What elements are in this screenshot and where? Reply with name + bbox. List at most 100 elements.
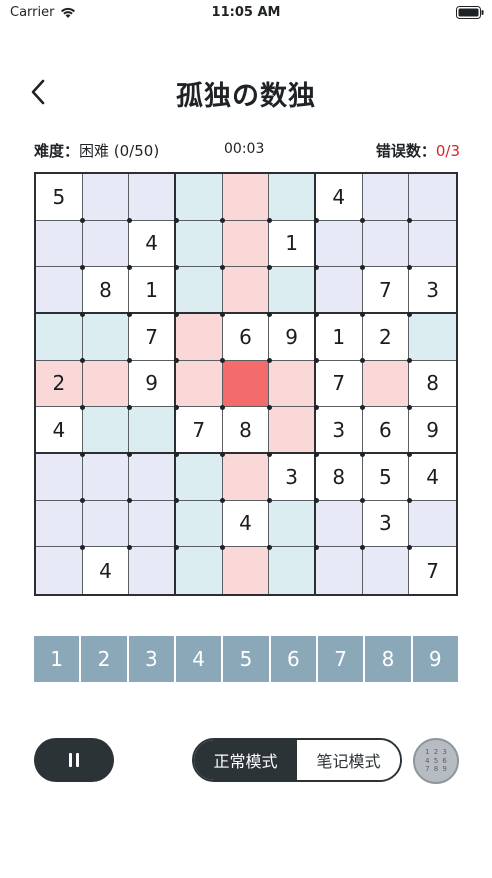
sudoku-cell[interactable]: 2 <box>362 313 410 361</box>
sudoku-cell[interactable] <box>129 407 176 454</box>
sudoku-cell[interactable] <box>36 220 83 268</box>
sudoku-cell[interactable] <box>409 500 456 548</box>
sudoku-cell[interactable]: 4 <box>409 453 456 501</box>
sudoku-cell[interactable] <box>36 313 83 361</box>
pause-button[interactable] <box>34 738 114 782</box>
sudoku-cell[interactable]: 3 <box>315 407 363 454</box>
sudoku-cell[interactable] <box>222 547 270 594</box>
number-key-5[interactable]: 5 <box>223 636 269 682</box>
sudoku-cell[interactable] <box>82 313 130 361</box>
sudoku-cell[interactable]: 5 <box>362 453 410 501</box>
sudoku-cell[interactable] <box>362 360 410 408</box>
sudoku-cell[interactable] <box>362 220 410 268</box>
sudoku-cell[interactable]: 1 <box>269 220 316 268</box>
sudoku-cell[interactable]: 7 <box>175 407 223 454</box>
sudoku-cell[interactable] <box>175 174 223 221</box>
status-time: 11:05 AM <box>211 5 281 20</box>
number-key-2[interactable]: 2 <box>81 636 127 682</box>
sudoku-cell[interactable]: 7 <box>362 267 410 314</box>
mini-digit: 4 <box>425 756 430 765</box>
sudoku-cell[interactable]: 3 <box>269 453 316 501</box>
sudoku-cell[interactable]: 4 <box>36 407 83 454</box>
sudoku-cell[interactable] <box>269 267 316 314</box>
number-key-8[interactable]: 8 <box>365 636 411 682</box>
notes-mode-button[interactable]: 笔记模式 <box>297 740 400 780</box>
sudoku-cell[interactable]: 5 <box>36 174 83 221</box>
sudoku-cell[interactable] <box>315 547 363 594</box>
number-key-1[interactable]: 1 <box>34 636 80 682</box>
sudoku-cell[interactable]: 4 <box>315 174 363 221</box>
sudoku-cell[interactable] <box>175 220 223 268</box>
sudoku-cell[interactable] <box>222 174 270 221</box>
sudoku-cell[interactable] <box>36 453 83 501</box>
notes-grid-button[interactable]: 123 456 789 <box>413 738 459 784</box>
sudoku-cell[interactable] <box>175 500 223 548</box>
sudoku-cell[interactable] <box>175 547 223 594</box>
sudoku-cell[interactable] <box>175 313 223 361</box>
sudoku-cell[interactable] <box>362 547 410 594</box>
sudoku-cell[interactable] <box>409 174 456 221</box>
sudoku-cell[interactable]: 3 <box>362 500 410 548</box>
sudoku-cell[interactable] <box>222 453 270 501</box>
sudoku-cell[interactable] <box>222 220 270 268</box>
number-key-9[interactable]: 9 <box>412 636 458 682</box>
sudoku-cell[interactable]: 7 <box>315 360 363 408</box>
difficulty-info: 难度：困难 (0/50) <box>34 140 159 161</box>
sudoku-cell[interactable] <box>269 174 316 221</box>
normal-mode-button[interactable]: 正常模式 <box>194 740 297 780</box>
sudoku-cell[interactable]: 8 <box>82 267 130 314</box>
sudoku-cell[interactable]: 8 <box>222 407 270 454</box>
sudoku-cell[interactable]: 8 <box>315 453 363 501</box>
sudoku-cell[interactable] <box>129 174 176 221</box>
sudoku-cell[interactable] <box>269 407 316 454</box>
sudoku-cell[interactable]: 4 <box>129 220 176 268</box>
sudoku-cell[interactable] <box>175 453 223 501</box>
sudoku-cell[interactable]: 6 <box>222 313 270 361</box>
sudoku-cell[interactable]: 9 <box>129 360 176 408</box>
sudoku-cell[interactable] <box>409 313 456 361</box>
sudoku-cell[interactable]: 7 <box>409 547 456 594</box>
number-key-7[interactable]: 7 <box>317 636 364 682</box>
number-key-6[interactable]: 6 <box>270 636 316 682</box>
sudoku-cell[interactable] <box>129 547 176 594</box>
sudoku-cell[interactable] <box>222 360 270 408</box>
sudoku-cell[interactable] <box>175 360 223 408</box>
number-key-4[interactable]: 4 <box>175 636 222 682</box>
sudoku-cell[interactable]: 1 <box>315 313 363 361</box>
sudoku-cell[interactable]: 8 <box>409 360 456 408</box>
sudoku-cell[interactable] <box>269 360 316 408</box>
sudoku-cell[interactable] <box>269 547 316 594</box>
sudoku-cell[interactable] <box>82 500 130 548</box>
sudoku-cell[interactable]: 1 <box>129 267 176 314</box>
sudoku-cell[interactable]: 9 <box>409 407 456 454</box>
sudoku-cell[interactable] <box>129 453 176 501</box>
sudoku-cell[interactable]: 4 <box>222 500 270 548</box>
sudoku-cell[interactable] <box>82 360 130 408</box>
sudoku-cell[interactable] <box>82 174 130 221</box>
sudoku-cell[interactable] <box>175 267 223 314</box>
sudoku-cell[interactable] <box>36 267 83 314</box>
sudoku-cell[interactable] <box>315 267 363 314</box>
sudoku-cell[interactable] <box>362 174 410 221</box>
sudoku-cell[interactable]: 7 <box>129 313 176 361</box>
sudoku-cell[interactable] <box>129 500 176 548</box>
mini-digit: 3 <box>442 748 447 756</box>
sudoku-cell[interactable] <box>409 220 456 268</box>
difficulty-label: 难度： <box>34 142 80 160</box>
sudoku-cell[interactable] <box>269 500 316 548</box>
sudoku-cell[interactable] <box>82 407 130 454</box>
sudoku-cell[interactable] <box>36 547 83 594</box>
sudoku-cell[interactable]: 3 <box>409 267 456 314</box>
sudoku-cell[interactable] <box>36 500 83 548</box>
sudoku-cell[interactable] <box>82 453 130 501</box>
sudoku-cell[interactable] <box>315 220 363 268</box>
sudoku-cell[interactable]: 9 <box>269 313 316 361</box>
sudoku-cell[interactable] <box>222 267 270 314</box>
number-key-3[interactable]: 3 <box>128 636 174 682</box>
sudoku-cell[interactable]: 4 <box>82 547 130 594</box>
sudoku-cell[interactable] <box>315 500 363 548</box>
sudoku-cell[interactable] <box>82 220 130 268</box>
sudoku-cell[interactable]: 6 <box>362 407 410 454</box>
pause-icon <box>67 753 81 767</box>
sudoku-cell[interactable]: 2 <box>36 360 83 408</box>
